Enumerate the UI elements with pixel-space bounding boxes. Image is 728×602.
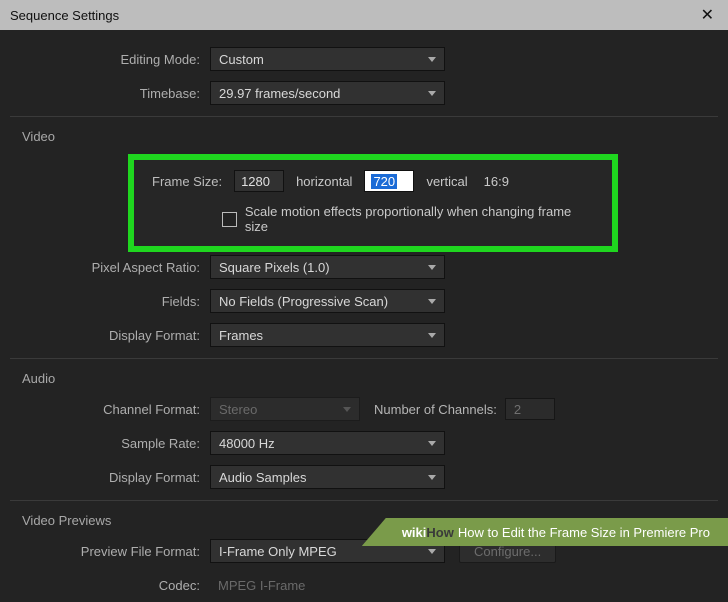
frame-size-row: Frame Size: 1280 horizontal 720 vertical… [152, 170, 594, 192]
close-icon[interactable]: ✕ [697, 5, 718, 25]
sample-rate-value: 48000 Hz [219, 436, 275, 451]
display-format-video-row: Display Format: Frames [10, 318, 718, 352]
num-channels-value: 2 [514, 402, 521, 417]
frame-size-label: Frame Size: [152, 174, 222, 189]
chevron-down-icon [428, 265, 436, 270]
footer: wikiHow How to Edit the Frame Size in Pr… [0, 518, 728, 546]
chevron-down-icon [428, 549, 436, 554]
channel-format-row: Channel Format: Stereo Number of Channel… [10, 392, 718, 426]
display-format-video-label: Display Format: [10, 328, 210, 343]
scale-motion-checkbox[interactable] [222, 212, 237, 227]
fields-label: Fields: [10, 294, 210, 309]
editing-mode-value: Custom [219, 52, 264, 67]
chevron-down-icon [343, 407, 351, 412]
display-format-audio-value: Audio Samples [219, 470, 306, 485]
content-pane: Editing Mode: Custom Timebase: 29.97 fra… [0, 30, 728, 602]
codec-value-box: MPEG I-Frame [210, 573, 445, 597]
frame-height-input[interactable]: 720 [364, 170, 414, 192]
titlebar: Sequence Settings ✕ [0, 0, 728, 30]
channel-format-label: Channel Format: [10, 402, 210, 417]
chevron-down-icon [428, 299, 436, 304]
sample-rate-label: Sample Rate: [10, 436, 210, 451]
wiki-logo: wikiHow [402, 525, 454, 540]
chevron-down-icon [428, 441, 436, 446]
horizontal-label: horizontal [296, 174, 352, 189]
fields-select[interactable]: No Fields (Progressive Scan) [210, 289, 445, 313]
channel-format-value: Stereo [219, 402, 257, 417]
display-format-video-select[interactable]: Frames [210, 323, 445, 347]
vertical-label: vertical [426, 174, 467, 189]
pixel-aspect-row: Pixel Aspect Ratio: Square Pixels (1.0) [10, 250, 718, 284]
timebase-value: 29.97 frames/second [219, 86, 340, 101]
timebase-label: Timebase: [10, 86, 210, 101]
scale-motion-label: Scale motion effects proportionally when… [245, 204, 594, 234]
fields-row: Fields: No Fields (Progressive Scan) [10, 284, 718, 318]
scale-motion-row: Scale motion effects proportionally when… [222, 204, 594, 234]
channel-format-select: Stereo [210, 397, 360, 421]
footer-banner: wikiHow How to Edit the Frame Size in Pr… [362, 518, 728, 546]
display-format-video-value: Frames [219, 328, 263, 343]
pixel-aspect-value: Square Pixels (1.0) [219, 260, 330, 275]
editing-mode-row: Editing Mode: Custom [10, 42, 718, 76]
frame-height-value: 720 [371, 174, 397, 189]
display-format-audio-row: Display Format: Audio Samples [10, 460, 718, 494]
video-section-header: Video [10, 116, 718, 150]
chevron-down-icon [428, 333, 436, 338]
audio-section-header: Audio [10, 358, 718, 392]
chevron-down-icon [428, 475, 436, 480]
chevron-down-icon [428, 91, 436, 96]
frame-size-highlight: Frame Size: 1280 horizontal 720 vertical… [128, 154, 618, 252]
frame-width-value: 1280 [241, 174, 270, 189]
editing-mode-select[interactable]: Custom [210, 47, 445, 71]
pixel-aspect-label: Pixel Aspect Ratio: [10, 260, 210, 275]
window-title: Sequence Settings [10, 8, 697, 23]
aspect-ratio-label: 16:9 [484, 174, 509, 189]
num-channels-label: Number of Channels: [374, 402, 497, 417]
chevron-down-icon [428, 57, 436, 62]
codec-row: Codec: MPEG I-Frame [10, 568, 718, 602]
pixel-aspect-select[interactable]: Square Pixels (1.0) [210, 255, 445, 279]
codec-value: MPEG I-Frame [218, 578, 305, 593]
timebase-row: Timebase: 29.97 frames/second [10, 76, 718, 110]
display-format-audio-label: Display Format: [10, 470, 210, 485]
sample-rate-row: Sample Rate: 48000 Hz [10, 426, 718, 460]
sample-rate-select[interactable]: 48000 Hz [210, 431, 445, 455]
display-format-audio-select[interactable]: Audio Samples [210, 465, 445, 489]
footer-text: How to Edit the Frame Size in Premiere P… [458, 525, 710, 540]
timebase-select[interactable]: 29.97 frames/second [210, 81, 445, 105]
fields-value: No Fields (Progressive Scan) [219, 294, 388, 309]
editing-mode-label: Editing Mode: [10, 52, 210, 67]
num-channels-value-box: 2 [505, 398, 555, 420]
codec-label: Codec: [10, 578, 210, 593]
frame-width-input[interactable]: 1280 [234, 170, 284, 192]
